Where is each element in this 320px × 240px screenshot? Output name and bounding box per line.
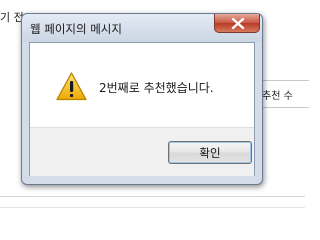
dialog-content: 2번째로 추천했습니다. 확인 xyxy=(29,42,255,176)
dialog-message: 2번째로 추천했습니다. xyxy=(99,81,214,95)
dialog-button-bar: 확인 xyxy=(30,127,254,176)
background-page-footer xyxy=(0,196,305,218)
warning-icon xyxy=(56,72,87,101)
ok-button[interactable]: 확인 xyxy=(168,141,252,164)
close-icon xyxy=(231,18,245,29)
close-button[interactable] xyxy=(214,14,260,33)
alert-dialog: 웹 페이지의 메시지 2번째로 추천했습니다. 확인 xyxy=(21,13,263,185)
dialog-titlebar[interactable]: 웹 페이지의 메시지 xyxy=(22,14,262,42)
dialog-title: 웹 페이지의 메시지 xyxy=(30,22,122,36)
browser-page: 기 전 추천 수 웹 페이지의 메시지 2번째로 추천했습니다. 확인 xyxy=(0,0,309,218)
background-recommend-count-label: 추천 수 xyxy=(262,91,293,102)
